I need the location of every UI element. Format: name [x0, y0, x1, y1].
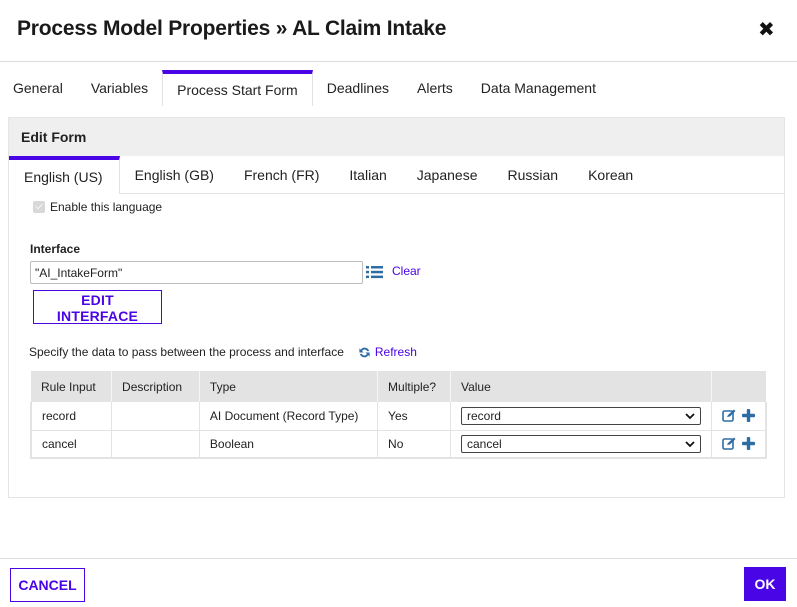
cell-description: [111, 430, 200, 459]
tab-alerts[interactable]: Alerts: [403, 70, 467, 106]
lang-tab-russian[interactable]: Russian: [492, 156, 573, 193]
list-icon[interactable]: [366, 264, 383, 280]
refresh-icon: [359, 347, 370, 357]
cell-rule-input: record: [30, 402, 112, 431]
refresh-link[interactable]: Refresh: [358, 345, 417, 359]
edit-icon[interactable]: [722, 437, 736, 451]
add-icon[interactable]: [742, 437, 755, 451]
table-header-row: Rule Input Description Type Multiple? Va…: [31, 371, 766, 402]
col-rule-input: Rule Input: [31, 371, 112, 402]
refresh-label: Refresh: [374, 345, 417, 359]
specify-data-text: Specify the data to pass between the pro…: [29, 345, 344, 359]
enable-language-row: Enable this language: [33, 200, 162, 214]
chevron-down-icon: [685, 441, 695, 448]
tab-label: Deadlines: [326, 80, 389, 96]
edit-icon[interactable]: [722, 409, 736, 423]
lang-tab-japanese[interactable]: Japanese: [402, 156, 493, 193]
lang-tab-korean[interactable]: Korean: [573, 156, 648, 193]
clear-link[interactable]: Clear: [392, 264, 421, 278]
tab-label: Korean: [588, 166, 634, 183]
col-actions: [711, 371, 766, 402]
cancel-button[interactable]: CANCEL: [10, 568, 85, 602]
interface-input[interactable]: [30, 261, 363, 284]
table-row: cancel Boolean No cancel: [30, 430, 767, 459]
tab-data-management[interactable]: Data Management: [467, 70, 610, 106]
cell-rule-input: cancel: [30, 430, 112, 459]
tab-process-start-form[interactable]: Process Start Form: [162, 70, 313, 106]
dialog-footer: CANCEL OK: [0, 558, 797, 607]
col-value: Value: [449, 371, 712, 402]
tab-label: Alerts: [417, 80, 453, 96]
tab-label: English (US): [24, 169, 103, 185]
tab-label: Japanese: [416, 166, 478, 183]
cell-value: cancel: [449, 430, 712, 459]
cell-value: record: [449, 402, 712, 431]
tab-general[interactable]: General: [0, 70, 77, 106]
edit-form-header: Edit Form: [9, 118, 784, 156]
col-type: Type: [198, 371, 378, 402]
cell-type: AI Document (Record Type): [198, 402, 378, 431]
col-description: Description: [111, 371, 200, 402]
lang-tab-italian[interactable]: Italian: [334, 156, 401, 193]
enable-language-checkbox[interactable]: [33, 201, 45, 213]
cell-actions: [711, 430, 767, 459]
value-select[interactable]: record: [460, 406, 701, 425]
cell-description: [111, 402, 200, 431]
tab-deadlines[interactable]: Deadlines: [313, 70, 403, 106]
dialog-header: Process Model Properties » AL Claim Inta…: [0, 0, 797, 62]
tab-label: Process Start Form: [177, 82, 298, 98]
add-icon[interactable]: [742, 409, 755, 423]
tab-label: Data Management: [480, 80, 596, 96]
cell-multiple: Yes: [377, 402, 451, 431]
interface-label: Interface: [30, 242, 81, 256]
close-icon[interactable]: ✖: [758, 18, 775, 42]
value-select[interactable]: cancel: [460, 434, 701, 453]
cell-type: Boolean: [198, 430, 378, 459]
cell-multiple: No: [377, 430, 451, 459]
tab-label: General: [13, 80, 63, 96]
rule-inputs-table: Rule Input Description Type Multiple? Va…: [30, 371, 767, 459]
edit-interface-button[interactable]: EDIT INTERFACE: [33, 290, 162, 324]
specify-data-row: Specify the data to pass between the pro…: [29, 345, 417, 359]
language-tabs: English (US) English (GB) French (FR) It…: [9, 156, 784, 194]
tab-label: English (GB): [134, 166, 214, 183]
value-select-text: record: [466, 408, 501, 423]
edit-form-panel: Edit Form English (US) English (GB) Fren…: [8, 117, 785, 498]
table-row: record AI Document (Record Type) Yes rec…: [30, 402, 767, 431]
tab-label: Italian: [349, 166, 387, 183]
tab-label: French (FR): [243, 166, 320, 183]
col-multiple: Multiple?: [377, 371, 451, 402]
ok-button[interactable]: OK: [744, 567, 786, 601]
main-tabs: General Variables Process Start Form Dea…: [0, 70, 797, 106]
lang-tab-english-us[interactable]: English (US): [9, 156, 120, 194]
tab-label: Variables: [90, 80, 149, 96]
enable-language-label: Enable this language: [50, 200, 163, 214]
lang-tab-english-gb[interactable]: English (GB): [120, 156, 229, 193]
chevron-down-icon: [685, 413, 695, 420]
lang-tab-french[interactable]: French (FR): [229, 156, 334, 193]
tab-variables[interactable]: Variables: [77, 70, 162, 106]
value-select-text: cancel: [466, 436, 502, 451]
dialog-title: Process Model Properties » AL Claim Inta…: [17, 17, 447, 40]
tab-label: Russian: [507, 166, 559, 183]
cell-actions: [711, 402, 767, 431]
